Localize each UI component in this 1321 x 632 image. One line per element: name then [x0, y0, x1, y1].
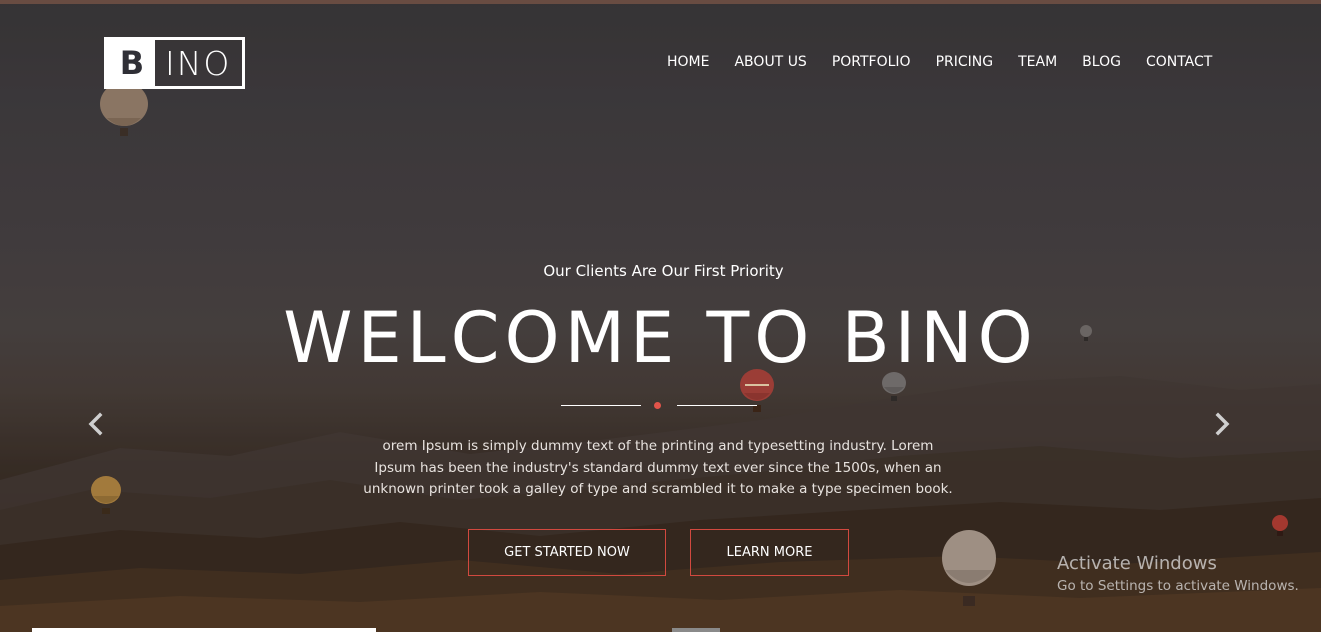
bottom-bar-mid	[672, 628, 720, 632]
get-started-button[interactable]: GET STARTED NOW	[468, 529, 666, 576]
balloon-icon	[942, 530, 996, 606]
hero-divider	[561, 400, 757, 412]
bottom-bar-left	[32, 628, 376, 632]
watermark-title: Activate Windows	[1057, 553, 1217, 574]
logo-letter: B	[107, 40, 155, 86]
hero-description: orem Ipsum is simply dummy text of the p…	[363, 438, 953, 497]
balloon-icon	[100, 84, 148, 136]
main-nav: HOME ABOUT US PORTFOLIO PRICING TEAM BLO…	[667, 52, 1212, 72]
nav-item-team[interactable]: TEAM	[1018, 52, 1057, 72]
nav-item-about-us[interactable]: ABOUT US	[734, 52, 806, 72]
balloon-icon	[91, 476, 121, 514]
divider-line-left	[561, 405, 641, 406]
watermark-subtitle: Go to Settings to activate Windows.	[1057, 578, 1299, 594]
chevron-right-icon[interactable]	[1212, 412, 1232, 436]
activate-windows-watermark: Activate Windows Go to Settings to activ…	[1057, 552, 1299, 596]
nav-item-home[interactable]: HOME	[667, 52, 709, 72]
hero-section: B INO HOME ABOUT US PORTFOLIO PRICING TE…	[0, 0, 1321, 632]
nav-item-contact[interactable]: CONTACT	[1146, 52, 1212, 72]
hero-title: WELCOME TO BINO	[283, 297, 1038, 379]
site-logo[interactable]: B INO	[104, 37, 245, 89]
learn-more-button[interactable]: LEARN MORE	[690, 529, 849, 576]
divider-dot	[654, 402, 661, 409]
nav-item-blog[interactable]: BLOG	[1082, 52, 1121, 72]
balloon-icon	[1272, 515, 1288, 536]
logo-text: INO	[165, 43, 232, 83]
hero-subtitle: Our Clients Are Our First Priority	[543, 262, 784, 280]
divider-line-right	[677, 405, 757, 406]
chevron-left-icon[interactable]	[86, 412, 106, 436]
nav-item-portfolio[interactable]: PORTFOLIO	[832, 52, 911, 72]
nav-item-pricing[interactable]: PRICING	[936, 52, 994, 72]
